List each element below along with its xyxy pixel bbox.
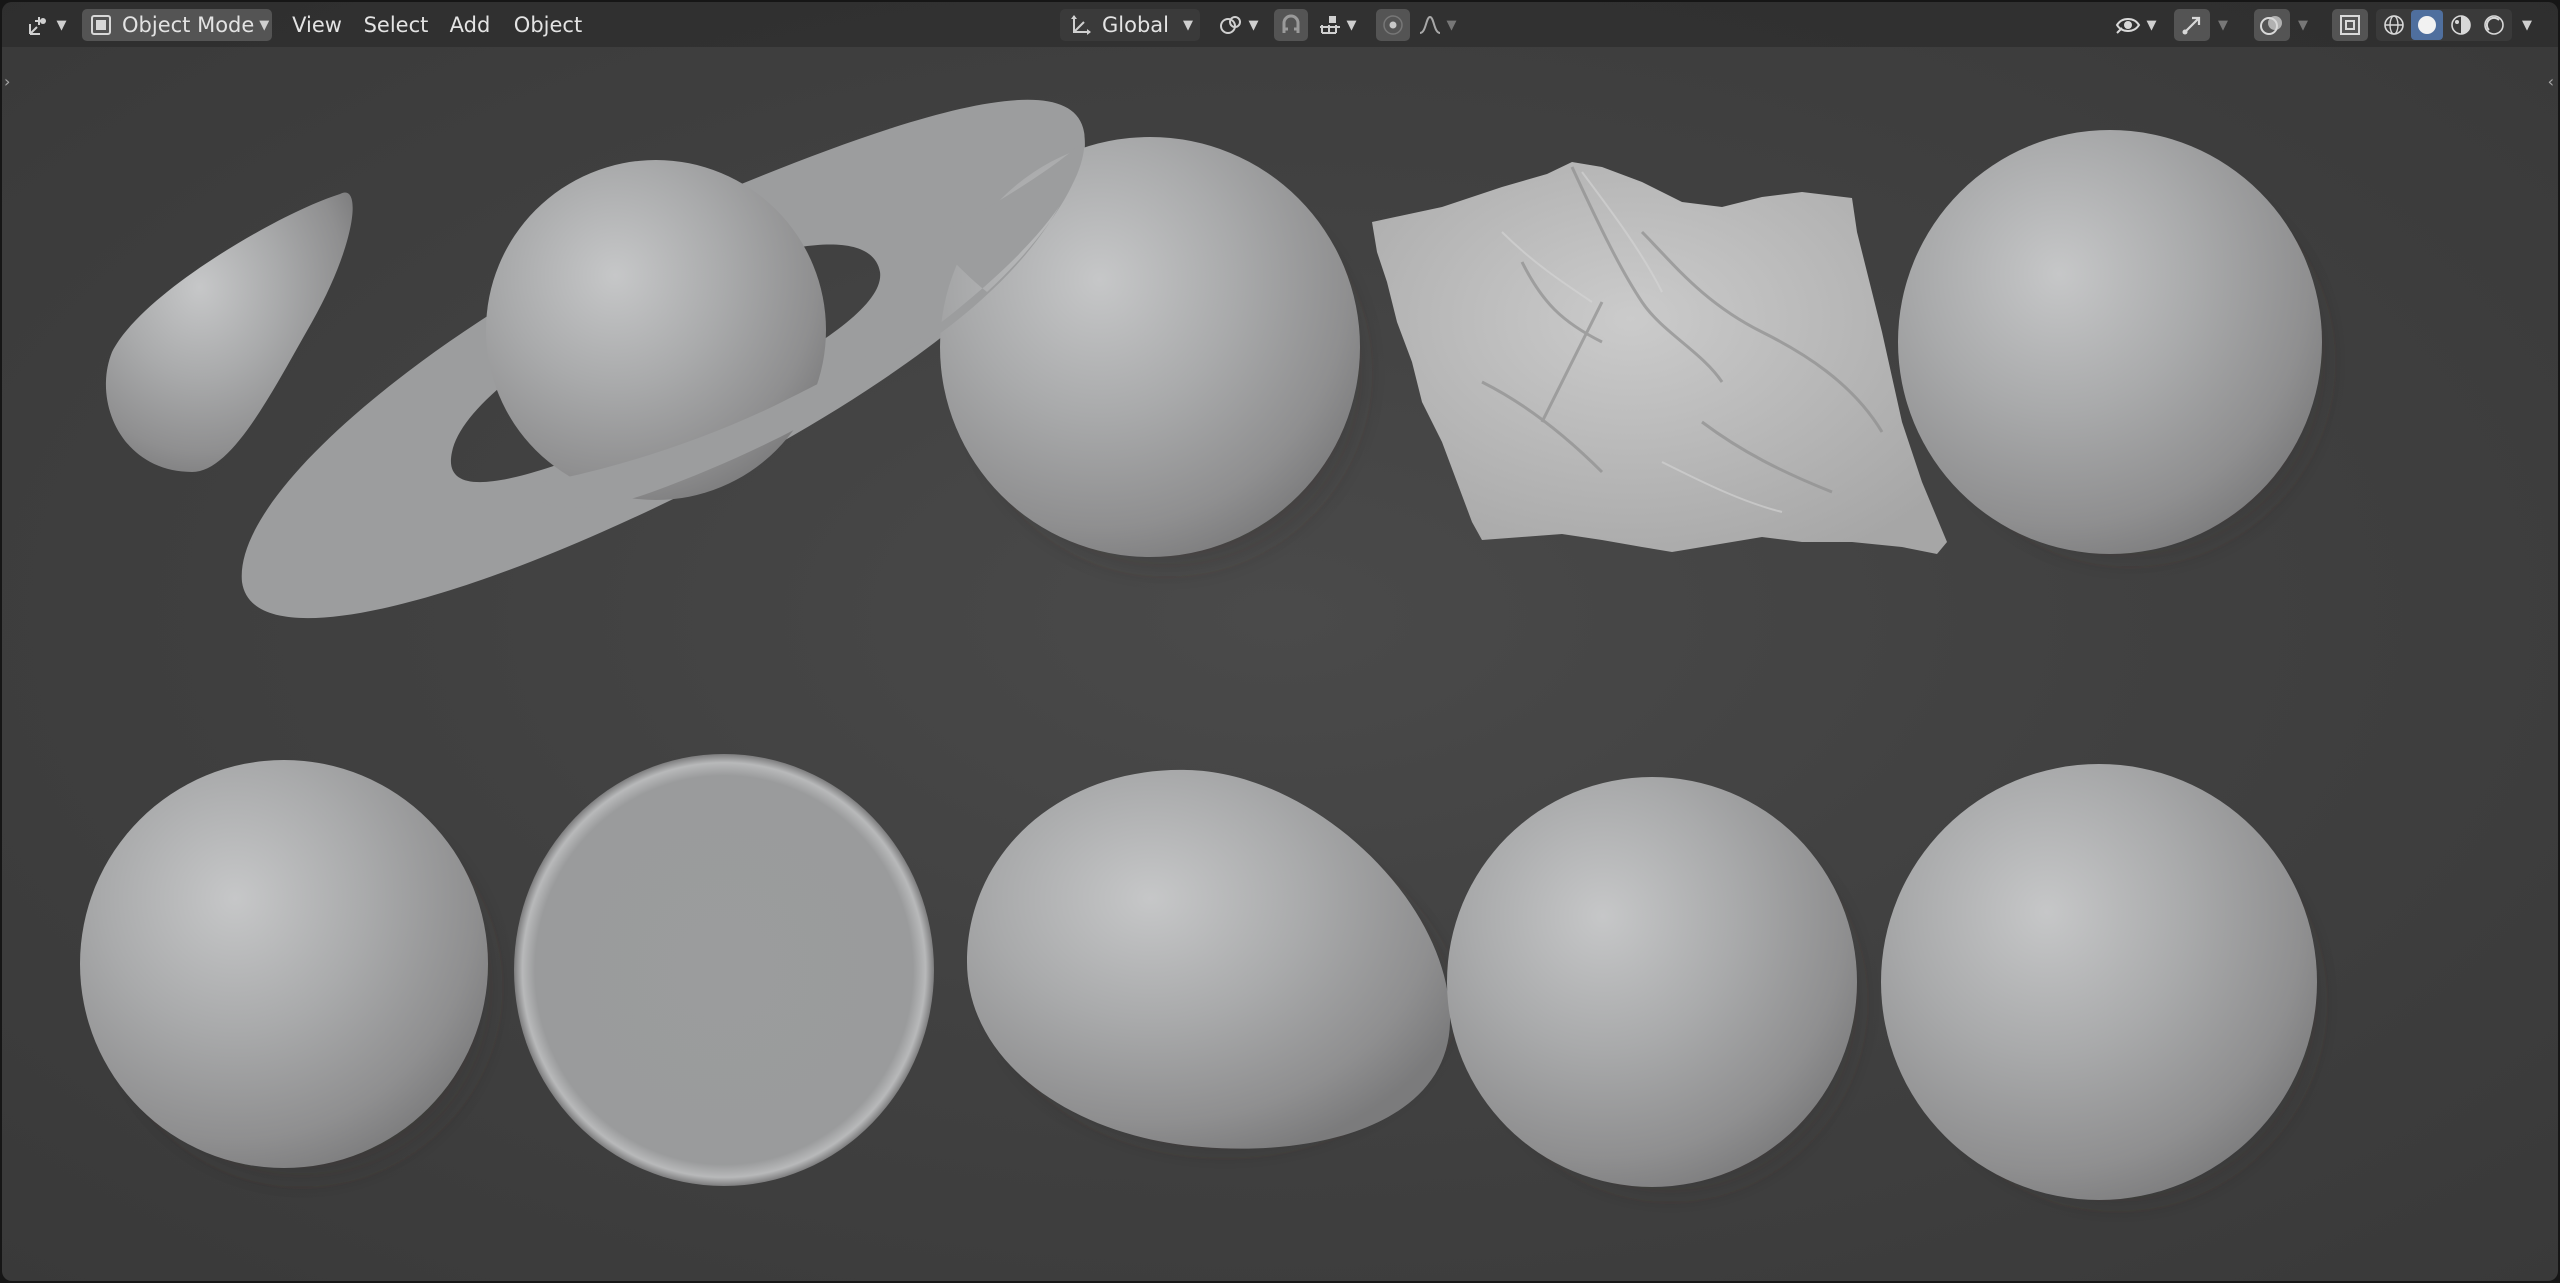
overlays-icon bbox=[2259, 13, 2285, 37]
solid-sphere-icon bbox=[2416, 14, 2438, 36]
menu-object[interactable]: Object bbox=[506, 9, 590, 41]
toolbar-expand-arrow-icon[interactable]: › bbox=[4, 72, 10, 91]
proportional-falloff-dropdown[interactable]: ▼ bbox=[1412, 9, 1462, 41]
chevron-down-icon: ▼ bbox=[1248, 17, 1259, 33]
mode-selector[interactable]: Object Mode ▼ bbox=[82, 9, 272, 41]
overlays-toggle[interactable] bbox=[2254, 9, 2290, 41]
menu-view[interactable]: View bbox=[284, 9, 350, 41]
gizmo-dropdown[interactable]: ▼ bbox=[2210, 9, 2236, 41]
sphere-bottom-4-object[interactable] bbox=[1447, 777, 1872, 1207]
shading-solid-button[interactable] bbox=[2411, 10, 2444, 40]
material-preview-sphere-icon bbox=[2450, 14, 2472, 36]
mode-label: Object Mode bbox=[122, 13, 255, 37]
snap-magnet-icon bbox=[1279, 13, 1303, 37]
chevron-down-icon: ▼ bbox=[1346, 17, 1357, 33]
menu-select[interactable]: Select bbox=[358, 9, 434, 41]
transform-orientation-icon bbox=[1068, 12, 1094, 38]
chevron-down-icon: ▼ bbox=[2146, 17, 2157, 33]
viewport-header: ▼ Object Mode ▼ View Select Add Object G… bbox=[2, 2, 2558, 47]
chevron-down-icon: ▼ bbox=[2298, 17, 2308, 33]
gizmo-icon bbox=[2180, 13, 2204, 37]
menu-object-label: Object bbox=[513, 13, 583, 37]
shading-material-preview-button[interactable] bbox=[2445, 10, 2477, 40]
snap-target-dropdown[interactable]: ▼ bbox=[1310, 9, 1364, 41]
sphere-bottom-1-object[interactable] bbox=[80, 760, 507, 1192]
gizmo-toggle[interactable] bbox=[2174, 9, 2210, 41]
falloff-curve-icon bbox=[1418, 13, 1442, 37]
rendered-sphere-icon bbox=[2483, 14, 2505, 36]
snap-increment-icon bbox=[1318, 13, 1342, 37]
wireframe-sphere-icon bbox=[2383, 14, 2405, 36]
sphere-bottom-5-object[interactable] bbox=[1881, 764, 2332, 1217]
menu-select-label: Select bbox=[363, 13, 429, 37]
menu-add-label: Add bbox=[449, 13, 491, 37]
teardrop-object[interactable] bbox=[105, 192, 353, 473]
chevron-down-icon: ▼ bbox=[2218, 17, 2228, 33]
proportional-editing-icon bbox=[1381, 13, 1405, 37]
terrain-mesh-object[interactable] bbox=[1372, 162, 1947, 554]
chevron-down-icon: ▼ bbox=[2522, 17, 2532, 33]
pivot-point-dropdown[interactable]: ▼ bbox=[1214, 9, 1262, 41]
sidebar-expand-arrow-icon[interactable]: ‹ bbox=[2548, 72, 2554, 91]
object-visibility-dropdown[interactable]: ▼ bbox=[2108, 9, 2162, 41]
editor-type-3d-viewport-icon bbox=[26, 12, 52, 38]
shading-wireframe-button[interactable] bbox=[2378, 10, 2410, 40]
chevron-down-icon: ▼ bbox=[1183, 17, 1193, 33]
proportional-editing-toggle[interactable] bbox=[1376, 9, 1410, 41]
chevron-down-icon: ▼ bbox=[1446, 17, 1457, 33]
viewport-scene[interactable] bbox=[2, 2, 2558, 1281]
menu-add[interactable]: Add bbox=[442, 9, 498, 41]
flat-disc-object[interactable] bbox=[514, 754, 934, 1186]
shading-modes-group bbox=[2376, 9, 2512, 41]
pivot-point-icon bbox=[1218, 12, 1244, 38]
xray-toggle[interactable] bbox=[2332, 9, 2368, 41]
shading-rendered-button[interactable] bbox=[2478, 10, 2510, 40]
object-visibility-eye-icon bbox=[2114, 13, 2142, 37]
egg-blob-object[interactable] bbox=[967, 769, 1472, 1163]
snap-toggle[interactable] bbox=[1274, 9, 1308, 41]
editor-type-button[interactable]: ▼ bbox=[22, 9, 70, 41]
transform-orientation-dropdown[interactable]: Global ▼ bbox=[1060, 9, 1200, 41]
chevron-down-icon: ▼ bbox=[259, 17, 270, 33]
menu-view-label: View bbox=[292, 13, 342, 37]
overlays-dropdown[interactable]: ▼ bbox=[2290, 9, 2316, 41]
transform-orientation-label: Global bbox=[1102, 13, 1169, 37]
shading-dropdown[interactable]: ▼ bbox=[2514, 9, 2540, 41]
3d-viewport[interactable]: ▼ Object Mode ▼ View Select Add Object G… bbox=[2, 2, 2558, 1281]
xray-toggle-icon bbox=[2338, 13, 2362, 37]
object-mode-icon bbox=[90, 14, 112, 36]
chevron-down-icon: ▼ bbox=[56, 17, 67, 33]
sphere-top-right-object[interactable] bbox=[1898, 130, 2340, 572]
